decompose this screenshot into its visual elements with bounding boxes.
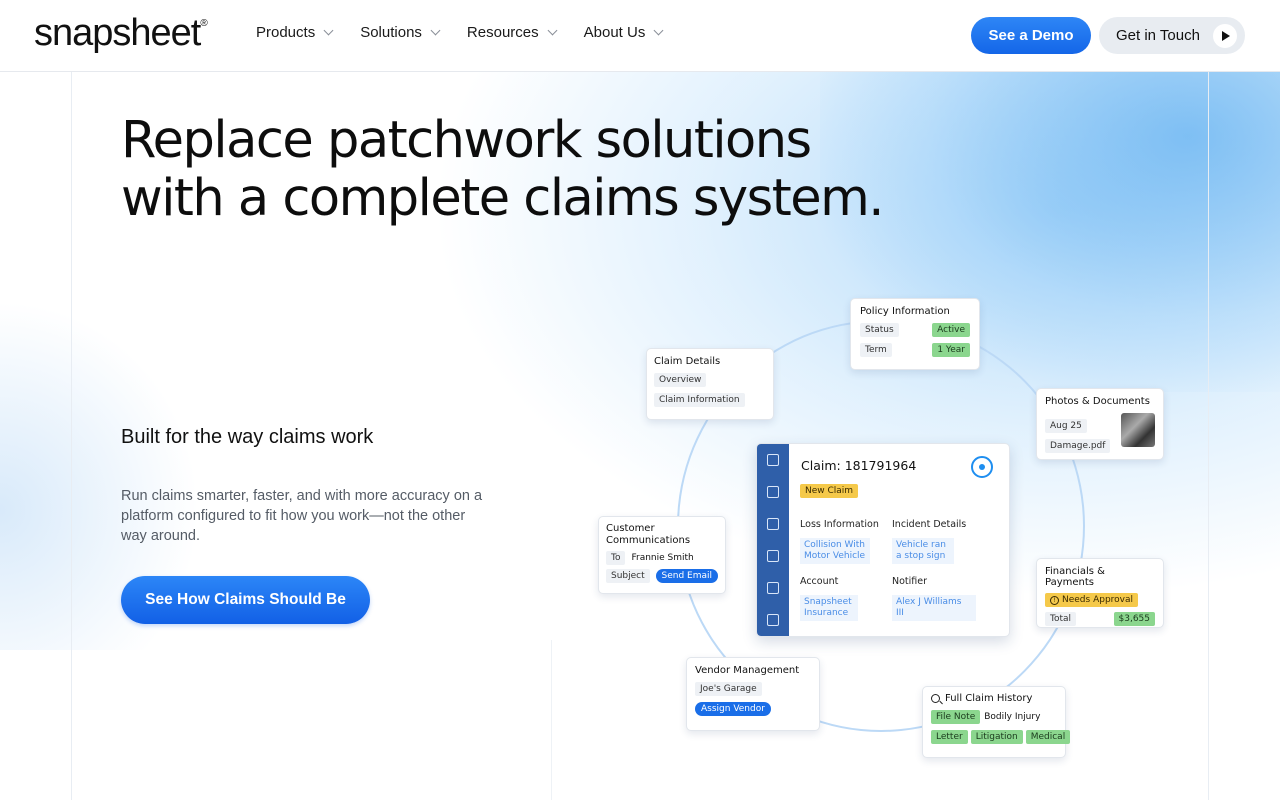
needs-approval-tag: ! Needs Approval bbox=[1045, 593, 1139, 607]
card-title: Financials & Payments bbox=[1045, 566, 1105, 588]
headline-line: Replace patchwork solutions bbox=[121, 111, 812, 170]
see-a-demo-button[interactable]: See a Demo bbox=[971, 17, 1091, 54]
document-icon bbox=[767, 518, 779, 530]
play-icon bbox=[1213, 24, 1237, 48]
history-tag: Letter bbox=[931, 730, 968, 744]
vendor-management-card: Vendor Management Joe's Garage Assign Ve… bbox=[686, 657, 820, 731]
recipient-name: Frannie Smith bbox=[631, 553, 694, 563]
to-label: To bbox=[606, 551, 626, 565]
new-claim-badge: New Claim bbox=[800, 484, 859, 498]
get-in-touch-label: Get in Touch bbox=[1116, 27, 1200, 44]
total-value: $3,655 bbox=[1113, 612, 1155, 626]
site-header: snapsheet® Products Solutions Resources … bbox=[0, 0, 1280, 72]
chevron-down-icon bbox=[323, 25, 334, 36]
guide-line bbox=[71, 72, 72, 800]
assign-vendor-tag: Assign Vendor bbox=[695, 702, 771, 716]
claim-details-card: Claim Details Overview Claim Information bbox=[646, 348, 774, 420]
incident-details-value: Vehicle ran a stop sign bbox=[892, 538, 954, 564]
card-title: Full Claim History bbox=[945, 693, 1033, 704]
hero-headline: Replace patchwork solutions with a compl… bbox=[121, 112, 941, 228]
snapsheet-logo[interactable]: snapsheet® bbox=[34, 12, 208, 55]
nav-label: Products bbox=[256, 24, 316, 41]
get-in-touch-button[interactable]: Get in Touch bbox=[1099, 17, 1245, 54]
chevron-down-icon bbox=[653, 25, 664, 36]
nav-solutions[interactable]: Solutions bbox=[360, 24, 441, 41]
term-label: Term bbox=[860, 343, 892, 357]
building-icon bbox=[767, 582, 779, 594]
overview-tag: Overview bbox=[654, 373, 707, 387]
guide-line bbox=[551, 640, 552, 800]
nav-label: About Us bbox=[583, 24, 646, 41]
car-damage-thumbnail bbox=[1121, 413, 1155, 447]
notifier-value: Alex J Williams III bbox=[892, 595, 976, 621]
chevron-down-icon bbox=[547, 25, 558, 36]
logo-text: snapsheet bbox=[34, 12, 201, 54]
chevron-down-icon bbox=[430, 25, 441, 36]
policy-information-card: Policy Information Status Active Term 1 Ye… bbox=[850, 298, 980, 370]
file-name: Damage.pdf bbox=[1045, 439, 1111, 453]
needs-approval-label: Needs Approval bbox=[1062, 595, 1134, 605]
loss-information-value: Collision With Motor Vehicle bbox=[800, 538, 870, 564]
term-badge: 1 Year bbox=[932, 343, 970, 357]
incident-details-label: Incident Details bbox=[892, 519, 967, 530]
full-claim-history-card: Full Claim History File Note Bodily Injur… bbox=[922, 686, 1071, 758]
see-how-claims-should-be-button[interactable]: See How Claims Should Be bbox=[121, 576, 370, 624]
main-nav: Products Solutions Resources About Us bbox=[256, 24, 690, 41]
nav-about-us[interactable]: About Us bbox=[583, 24, 664, 41]
send-email-tag: Send Email bbox=[655, 569, 718, 583]
notifier-label: Notifier bbox=[892, 576, 928, 587]
history-tag: Bodily Injury bbox=[984, 712, 1041, 722]
vendor-name: Joe's Garage bbox=[695, 682, 762, 696]
guide-line bbox=[1208, 72, 1209, 800]
nav-label: Resources bbox=[466, 24, 539, 41]
nav-label: Solutions bbox=[360, 24, 422, 41]
card-title: Policy Information bbox=[860, 306, 950, 317]
status-label: Status bbox=[860, 323, 899, 337]
total-label: Total bbox=[1045, 612, 1077, 626]
headline-line: with a complete claims system. bbox=[121, 169, 885, 228]
claim-information-tag: Claim Information bbox=[654, 393, 745, 407]
hero-description: Run claims smarter, faster, and with mor… bbox=[121, 488, 483, 544]
camera-icon bbox=[767, 614, 779, 626]
subject-label: Subject bbox=[606, 569, 650, 583]
folder-icon bbox=[767, 454, 779, 466]
loss-information-label: Loss Information bbox=[800, 519, 879, 530]
history-tag: Litigation bbox=[970, 730, 1023, 744]
nav-resources[interactable]: Resources bbox=[466, 24, 558, 41]
download-icon bbox=[767, 550, 779, 562]
card-title: Claim Details bbox=[654, 356, 721, 367]
activity-icon bbox=[767, 486, 779, 498]
card-title: Customer Communications bbox=[606, 523, 691, 546]
photo-date: Aug 25 bbox=[1045, 419, 1087, 433]
nav-products[interactable]: Products bbox=[256, 24, 334, 41]
search-icon bbox=[931, 694, 940, 703]
claim-summary-card: Claim: 181791964 New Claim Loss Informat… bbox=[756, 443, 1010, 637]
claim-sidebar bbox=[757, 444, 789, 636]
card-title: Photos & Documents bbox=[1045, 396, 1150, 407]
photos-documents-card: Photos & Documents Aug 25 Damage.pdf bbox=[1036, 388, 1164, 460]
hero-subhead: Built for the way claims work bbox=[121, 426, 374, 448]
history-tag: Medical bbox=[1025, 730, 1071, 744]
account-value: Snapsheet Insurance bbox=[800, 595, 858, 621]
customer-communications-card: Customer Communications To Frannie Smith … bbox=[598, 516, 726, 594]
status-badge: Active bbox=[932, 323, 970, 337]
card-title: Vendor Management bbox=[695, 665, 800, 676]
history-tag: File Note bbox=[931, 710, 981, 724]
account-label: Account bbox=[800, 576, 839, 587]
warning-icon: ! bbox=[1050, 596, 1059, 605]
snapsheet-mark-icon bbox=[971, 456, 993, 478]
financials-payments-card: Financials & Payments ! Needs Approval To… bbox=[1036, 558, 1164, 628]
claim-number: Claim: 181791964 bbox=[801, 458, 917, 473]
